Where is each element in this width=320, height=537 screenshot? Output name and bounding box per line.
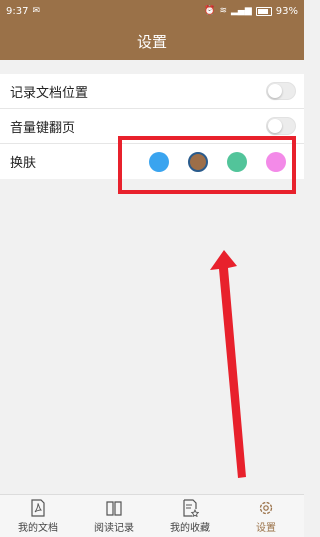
tab-label: 阅读记录 <box>94 522 134 534</box>
tab-reading-history[interactable]: 阅读记录 <box>76 495 152 537</box>
page-title: 设置 <box>136 32 167 51</box>
skin-swatch-brown[interactable] <box>188 151 208 172</box>
skin-swatches <box>130 151 286 172</box>
setting-row-skin: 换肤 <box>0 144 304 179</box>
alarm-icon: ⏰ <box>204 5 216 16</box>
battery-icon <box>255 6 272 16</box>
setting-label: 音量键翻页 <box>10 120 76 136</box>
tab-label: 我的文档 <box>18 522 58 534</box>
setting-label: 记录文档位置 <box>10 85 89 101</box>
setting-label: 换肤 <box>10 156 37 171</box>
gear-icon <box>259 501 273 514</box>
settings-list: 记录文档位置 音量键翻页 换肤 <box>0 74 304 179</box>
record-position-toggle[interactable] <box>266 82 296 100</box>
tab-label: 设置 <box>256 522 276 534</box>
tab-settings[interactable]: 设置 <box>228 495 304 537</box>
app-header: 设置 <box>0 22 304 60</box>
pdf-document-icon <box>31 498 45 517</box>
open-book-icon <box>106 500 122 516</box>
volume-page-turn-toggle[interactable] <box>266 117 296 135</box>
wifi-icon: ≋ <box>219 5 227 16</box>
skin-swatch-pink[interactable] <box>266 151 286 172</box>
toggle-knob <box>268 84 282 98</box>
tab-label: 我的收藏 <box>170 522 210 534</box>
setting-row-volume-page-turn[interactable]: 音量键翻页 <box>0 109 304 144</box>
setting-row-record-position[interactable]: 记录文档位置 <box>0 74 304 109</box>
favorites-document-icon <box>183 498 199 517</box>
status-bar: 9:37 ✉ ⏰ ≋ ▂▄▆ 93% <box>0 0 304 22</box>
tab-my-documents[interactable]: 我的文档 <box>0 495 76 537</box>
status-time: 9:37 <box>6 5 29 17</box>
toggle-knob <box>268 119 282 133</box>
skin-swatch-green[interactable] <box>227 151 247 172</box>
notification-icon: ✉ <box>32 5 41 16</box>
signal-icon: ▂▄▆ <box>231 5 252 16</box>
bottom-tab-bar: 我的文档 阅读记录 我的收藏 设置 <box>0 494 304 537</box>
battery-percent: 93% <box>275 5 298 17</box>
tab-favorites[interactable]: 我的收藏 <box>152 495 228 537</box>
skin-swatch-blue[interactable] <box>149 151 169 172</box>
